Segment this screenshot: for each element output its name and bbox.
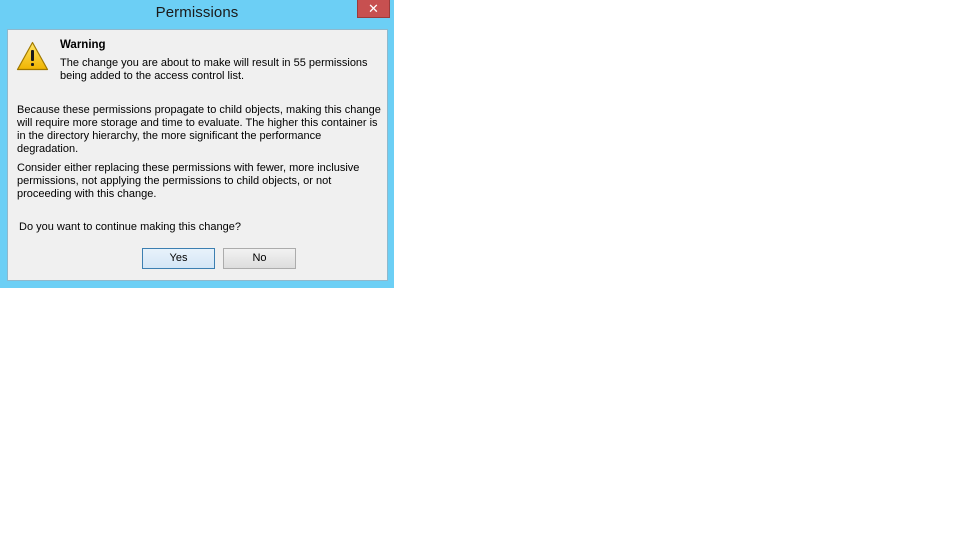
permissions-dialog: Permissions ✕ Warning The change you are… [0, 0, 394, 288]
yes-button[interactable]: Yes [142, 248, 215, 269]
close-button[interactable]: ✕ [357, 0, 390, 18]
close-icon: ✕ [368, 1, 379, 16]
dialog-body: Warning The change you are about to make… [7, 29, 388, 281]
confirmation-question: Do you want to continue making this chan… [19, 221, 241, 233]
dialog-title: Permissions [155, 4, 239, 21]
warning-message: The change you are about to make will re… [60, 57, 368, 82]
performance-paragraph: Because these permissions propagate to c… [17, 104, 381, 155]
warning-heading: Warning [60, 39, 106, 51]
title-bar[interactable]: Permissions ✕ [0, 0, 394, 24]
warning-icon [16, 41, 49, 71]
no-button[interactable]: No [223, 248, 296, 269]
suggestion-paragraph: Consider either replacing these permissi… [17, 162, 360, 200]
